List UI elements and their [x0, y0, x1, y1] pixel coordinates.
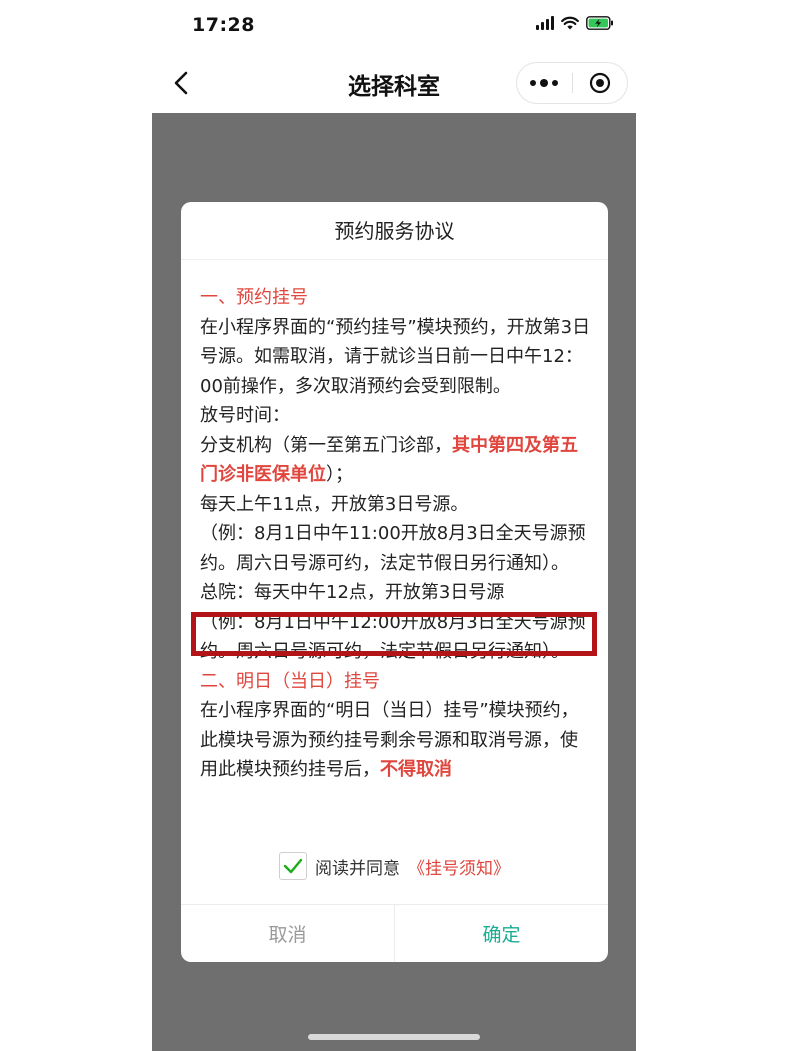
more-button[interactable] [517, 63, 572, 103]
agree-checkbox[interactable] [279, 852, 307, 880]
home-indicator [308, 1034, 480, 1040]
agreement-dialog: 预约服务协议 一、预约挂号 在小程序界面的“预约挂号”模块预约，开放第3日号源。… [181, 202, 608, 962]
main-hospital-example: （例：8月1日中午12:00开放8月3日全天号源预约。周六日号源可约，法定节假日… [200, 611, 586, 663]
close-mini-program-button[interactable] [573, 63, 628, 103]
status-bar: 17:28 [152, 0, 636, 52]
battery-charging-icon [586, 16, 614, 30]
branch-suffix: ）； [326, 464, 353, 485]
more-dots-icon [530, 79, 559, 87]
target-circle-icon [589, 72, 610, 94]
section1-heading: 一、预约挂号 [200, 287, 308, 308]
branch-prefix: 分支机构（第一至第五门诊部， [200, 434, 452, 456]
section2-paragraph: 在小程序界面的“明日（当日）挂号”模块预约，此模块号源为预约挂号剩余号源和取消号… [200, 696, 595, 785]
agree-row: 阅读并同意 《挂号须知》 [181, 852, 608, 880]
dialog-title: 预约服务协议 [181, 202, 608, 260]
agree-text: 阅读并同意 [315, 858, 400, 879]
section1-paragraph: 在小程序界面的“预约挂号”模块预约，开放第3日号源。如需取消，请于就诊当日前一日… [200, 316, 591, 397]
section2-highlight: 不得取消 [380, 759, 452, 780]
status-icons [536, 16, 614, 30]
branch-schedule: 每天上午11点，开放第3日号源。 [200, 493, 469, 515]
branch-institutions: 分支机构（第一至第五门诊部，其中第四及第五门诊非医保单位）； [200, 431, 595, 490]
nav-bar: 选择科室 [152, 52, 636, 113]
section2-heading: 二、明日（当日）挂号 [200, 670, 380, 692]
release-time-label: 放号时间： [200, 405, 290, 426]
dialog-footer: 取消 确定 [181, 904, 608, 962]
branch-example: （例：8月1日中午11:00开放8月3日全天号源预约。周六日号源可约，法定节假日… [200, 523, 586, 574]
status-time: 17:28 [192, 14, 255, 36]
checkmark-icon [283, 858, 303, 874]
registration-notice-link[interactable]: 《挂号须知》 [408, 854, 510, 879]
main-hospital-schedule: 总院：每天中午12点，开放第3日号源 [200, 582, 505, 603]
cancel-button[interactable]: 取消 [181, 905, 395, 962]
wifi-icon [561, 16, 579, 30]
mini-program-capsule [516, 62, 628, 104]
confirm-button[interactable]: 确定 [395, 905, 608, 962]
cellular-signal-icon [536, 16, 554, 30]
agreement-content[interactable]: 一、预约挂号 在小程序界面的“预约挂号”模块预约，开放第3日号源。如需取消，请于… [200, 283, 595, 839]
